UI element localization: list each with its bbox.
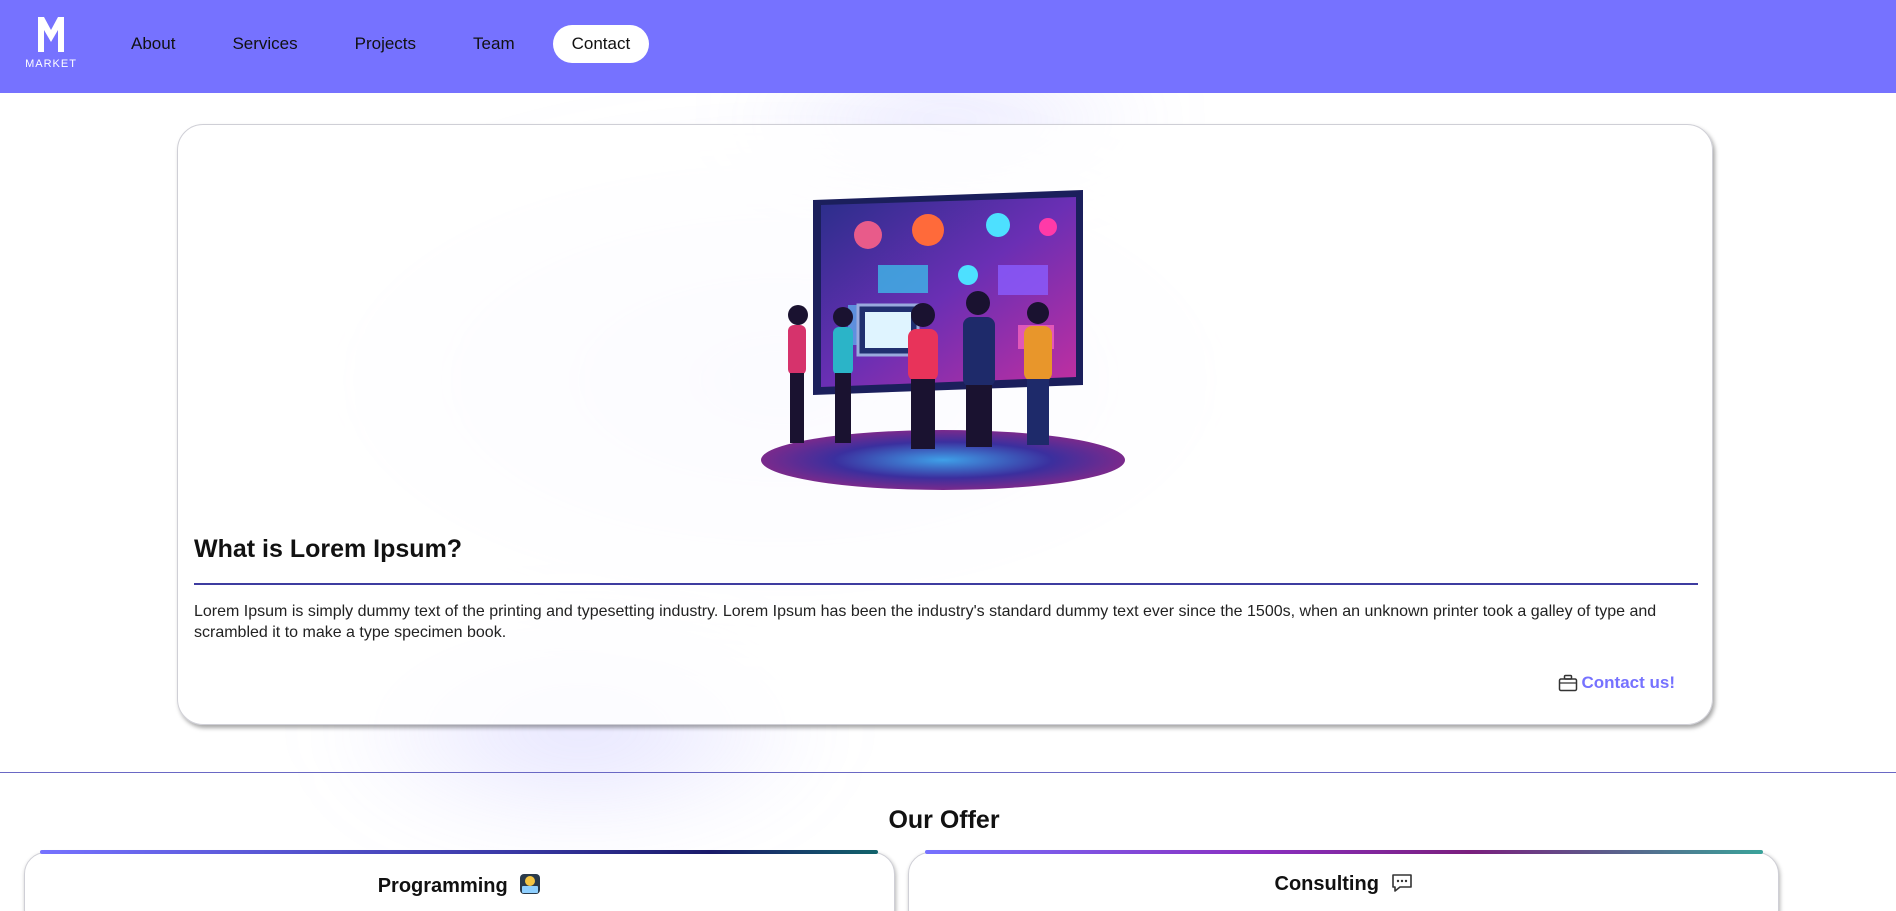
programmer-emoji-icon [519, 873, 541, 901]
offer-card-accent-bar [925, 850, 1763, 854]
section-divider [0, 772, 1896, 773]
offer-card-label: Programming [377, 875, 508, 897]
nav-about[interactable]: About [112, 25, 194, 63]
hero-card: What is Lorem Ipsum? Lorem Ipsum is simp… [177, 124, 1713, 725]
hero-divider [194, 583, 1698, 585]
nav-services[interactable]: Services [213, 25, 316, 63]
offer-card-heading: Programming [25, 873, 894, 901]
logo-m-icon: MARKET [25, 17, 77, 70]
offer-card-consulting[interactable]: Consulting [908, 852, 1779, 911]
offer-card-label: Consulting [1274, 873, 1379, 895]
nav-team[interactable]: Team [454, 25, 534, 63]
hero-title: What is Lorem Ipsum? [194, 535, 463, 563]
contact-us-link[interactable]: Contact us! [1558, 673, 1676, 693]
offer-card-programming[interactable]: Programming [24, 852, 895, 911]
speech-bubble-icon [1391, 873, 1413, 899]
offer-card-accent-bar [40, 850, 878, 854]
main-nav: About Services Projects Team Contact [112, 25, 668, 63]
top-navbar: MARKET About Services Projects Team Cont… [0, 0, 1896, 93]
nav-projects[interactable]: Projects [336, 25, 435, 63]
briefcase-icon [1558, 674, 1577, 692]
market-logo[interactable]: MARKET [16, 14, 86, 74]
svg-text:MARKET: MARKET [25, 58, 77, 70]
hero-body: Lorem Ipsum is simply dummy text of the … [194, 603, 1657, 641]
nav-contact[interactable]: Contact [552, 25, 650, 63]
contact-us-label: Contact us! [1581, 673, 1676, 692]
offer-title: Our Offer [888, 806, 1000, 834]
hero-illustration [758, 155, 1138, 495]
offer-card-heading: Consulting [909, 873, 1778, 899]
